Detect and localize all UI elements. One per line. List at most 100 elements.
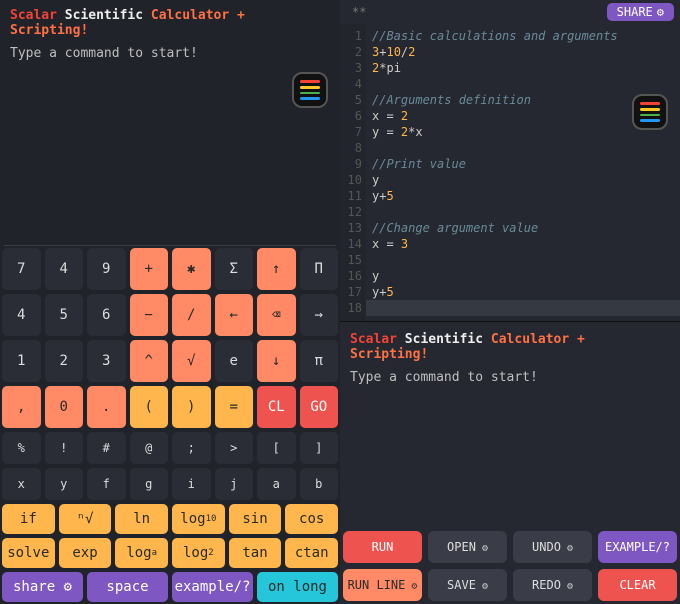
key-[interactable]: , [2,386,41,428]
save-button[interactable]: SAVE [428,569,507,601]
key-[interactable]: ↑ [257,248,296,290]
code-line[interactable]: y+5 [372,188,674,204]
key-[interactable]: . [87,386,126,428]
key-share[interactable]: share ⚙ [2,572,83,602]
key-log10[interactable]: log10 [172,504,225,534]
code-line[interactable]: y [372,268,674,284]
key-ln[interactable]: ln [115,504,168,534]
code-line[interactable] [372,140,674,156]
code-editor[interactable]: 123456789101112131415161718 //Basic calc… [340,24,680,322]
clear-button[interactable]: CLEAR [598,569,677,601]
key-b[interactable]: b [300,468,339,500]
key-[interactable]: # [87,432,126,464]
key-[interactable]: ⌫ [257,294,296,336]
code-line[interactable]: 2*pi [372,60,674,76]
code-line[interactable]: //Change argument value [372,220,674,236]
code-line[interactable] [372,76,674,92]
modified-marker: ** [346,5,366,19]
key-sin[interactable]: sin [229,504,282,534]
key-loga[interactable]: loga [115,538,168,568]
key-g[interactable]: g [130,468,169,500]
key-6[interactable]: 6 [87,294,126,336]
share-button[interactable]: SHARE⚙ [607,3,674,21]
code-line[interactable]: //Print value [372,156,674,172]
key-9[interactable]: 9 [87,248,126,290]
key-[interactable]: / [172,294,211,336]
key-cos[interactable]: cos [285,504,338,534]
key-log2[interactable]: log2 [172,538,225,568]
line-gutter: 123456789101112131415161718 [340,24,366,321]
key-j[interactable]: j [215,468,254,500]
key-5[interactable]: 5 [45,294,84,336]
key-4[interactable]: 4 [2,294,41,336]
example---button[interactable]: EXAMPLE/? [598,531,677,563]
console-pane: Scalar Scientific Calculator + Scripting… [0,0,340,604]
key-x[interactable]: x [2,468,41,500]
editor-toolbar: ** SHARE⚙ [340,0,680,24]
key-if[interactable]: if [2,504,55,534]
run-button[interactable]: RUN [343,531,422,563]
key-space[interactable]: space [87,572,168,602]
code-line[interactable] [372,252,674,268]
key-[interactable]: @ [130,432,169,464]
key-example[interactable]: example/? [172,572,253,602]
key-[interactable]: ! [45,432,84,464]
key-[interactable]: ( [130,386,169,428]
key-[interactable]: ⁿ√ [59,504,112,534]
undo-button[interactable]: UNDO [513,531,592,563]
key-3[interactable]: 3 [87,340,126,382]
code-line[interactable]: y [372,172,674,188]
key-ctan[interactable]: ctan [285,538,338,568]
open-button[interactable]: OPEN [428,531,507,563]
redo-button[interactable]: REDO [513,569,592,601]
code-line[interactable]: y+5 [372,284,674,300]
key-4[interactable]: 4 [45,248,84,290]
code-area[interactable]: //Basic calculations and arguments3+10/2… [366,24,680,321]
key-a[interactable]: a [257,468,296,500]
key-[interactable]: + [130,248,169,290]
key-0[interactable]: 0 [45,386,84,428]
share-label: SHARE [617,5,653,19]
key-i[interactable]: i [172,468,211,500]
key-tan[interactable]: tan [229,538,282,568]
key-[interactable]: π [300,340,339,382]
key-[interactable]: ✱ [172,248,211,290]
key-7[interactable]: 7 [2,248,41,290]
code-line[interactable]: y = 2*x [372,124,674,140]
key-[interactable]: − [130,294,169,336]
code-line[interactable] [372,204,674,220]
key-[interactable]: Π [300,248,339,290]
key-[interactable]: % [2,432,41,464]
key-[interactable]: = [215,386,254,428]
key-solve[interactable]: solve [2,538,55,568]
code-line[interactable]: x = 3 [372,236,674,252]
key-[interactable]: √ [172,340,211,382]
key-e[interactable]: e [215,340,254,382]
key-[interactable]: ^ [130,340,169,382]
key-y[interactable]: y [45,468,84,500]
key-[interactable]: > [215,432,254,464]
key-[interactable]: ] [300,432,339,464]
code-line[interactable]: //Basic calculations and arguments [372,28,674,44]
key-[interactable]: ↓ [257,340,296,382]
app-logo-icon[interactable] [632,94,668,130]
key-f[interactable]: f [87,468,126,500]
key-[interactable]: → [300,294,339,336]
key-[interactable]: [ [257,432,296,464]
key-[interactable]: ; [172,432,211,464]
key-1[interactable]: 1 [2,340,41,382]
app-logo-icon[interactable] [292,72,328,108]
key-GO[interactable]: GO [300,386,339,428]
key-onlong[interactable]: on long [257,572,338,602]
key-[interactable]: ) [172,386,211,428]
key-[interactable]: ← [215,294,254,336]
key-exp[interactable]: exp [59,538,112,568]
keypad: 749+✱Σ↑Π456−/←⌫→123^√e↓π,0.()=CLGO%!#@;>… [0,246,340,604]
key-2[interactable]: 2 [45,340,84,382]
code-line[interactable]: x = 2 [372,108,674,124]
key-CL[interactable]: CL [257,386,296,428]
code-line[interactable]: //Arguments definition [372,92,674,108]
code-line[interactable]: 3+10/2 [372,44,674,60]
run-line-button[interactable]: RUN LINE [343,569,422,601]
key-[interactable]: Σ [215,248,254,290]
